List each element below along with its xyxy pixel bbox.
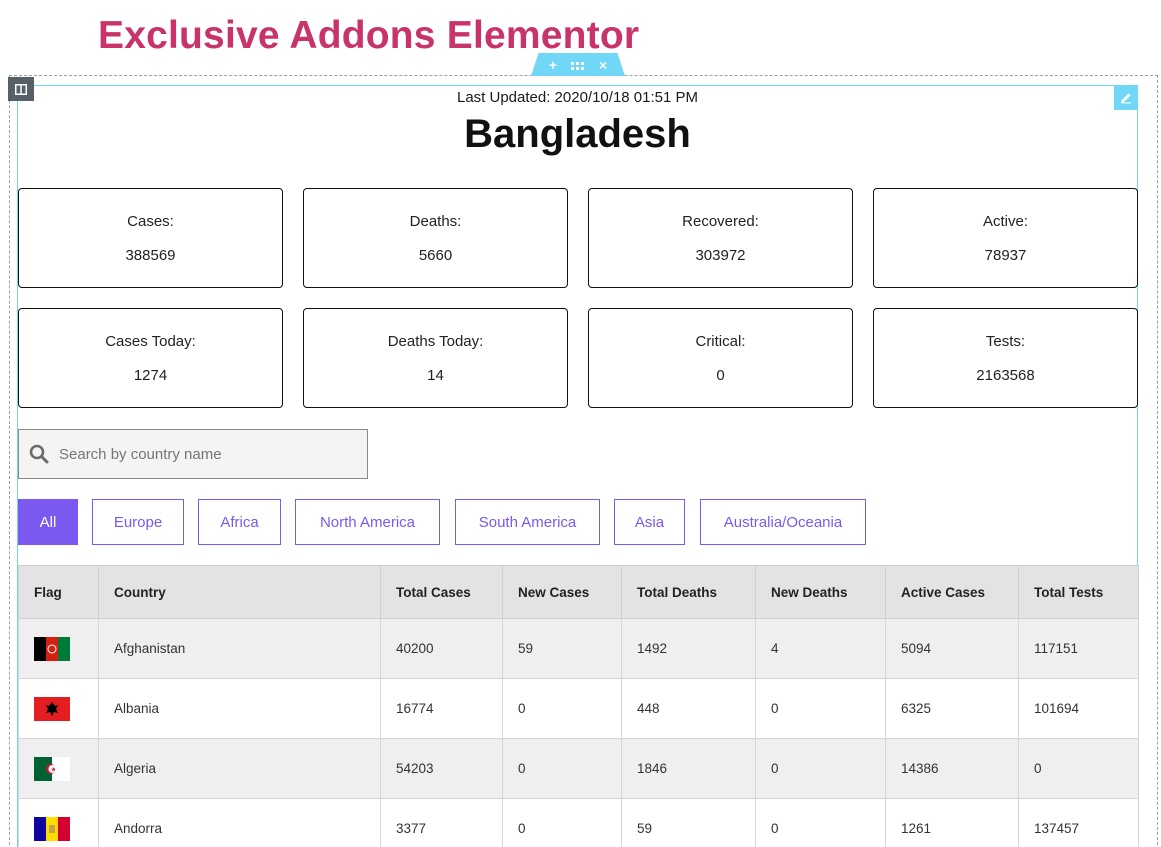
new-cases-cell: 59 [502,618,622,679]
total-tests-cell: 137457 [1018,798,1139,847]
active-cases-cell: 14386 [885,738,1019,799]
countries-table: Flag Country Total Cases New Cases Total… [18,565,1139,847]
algeria-flag-icon [34,756,70,781]
stat-label: Recovered: [682,213,759,230]
stat-value: 78937 [984,247,1027,264]
afghanistan-flag-icon [34,636,70,661]
albania-flag-icon [34,696,70,721]
active-cases-cell: 5094 [885,618,1019,679]
flag-cell [18,678,99,739]
table-row: Afghanistan 40200 59 1492 4 5094 117151 [18,618,1139,679]
stat-value: 388569 [125,247,176,264]
search-input[interactable] [59,434,349,474]
column-header-total-tests[interactable]: Total Tests [1018,565,1139,619]
column-header-total-cases[interactable]: Total Cases [380,565,503,619]
table-row: Albania 16774 0 448 0 6325 101694 [18,678,1139,739]
total-deaths-cell: 1846 [621,738,756,799]
stat-card-active: Active: 78937 [873,188,1138,288]
stat-value: 303972 [695,247,746,264]
column-header-flag[interactable]: Flag [18,565,99,619]
active-cases-cell: 1261 [885,798,1019,847]
filter-south-america-button[interactable]: South America [455,499,600,545]
table-row: Andorra 3377 0 59 0 1261 137457 [18,798,1139,847]
stat-value: 5660 [418,247,453,264]
filter-north-america-button[interactable]: North America [295,499,440,545]
filter-all-button[interactable]: All [18,499,78,545]
stat-card-cases-today: Cases Today: 1274 [18,308,283,408]
total-cases-cell: 16774 [380,678,503,739]
total-deaths-cell: 1492 [621,618,756,679]
filter-europe-button[interactable]: Europe [92,499,184,545]
total-cases-cell: 54203 [380,738,503,799]
close-section-icon[interactable]: × [599,58,607,72]
new-deaths-cell: 0 [755,798,886,847]
flag-cell [18,798,99,847]
add-section-icon[interactable]: + [549,58,557,72]
table-row: Algeria 54203 0 1846 0 14386 0 [18,738,1139,799]
table-header-row: Flag Country Total Cases New Cases Total… [18,565,1139,619]
new-deaths-cell: 0 [755,678,886,739]
stat-label: Tests: [985,333,1026,350]
new-cases-cell: 0 [502,798,622,847]
country-cell: Albania [98,678,381,739]
flag-cell [18,738,99,799]
stat-value: 14 [427,367,444,384]
stat-card-recovered: Recovered: 303972 [588,188,853,288]
column-header-total-deaths[interactable]: Total Deaths [621,565,756,619]
stat-label: Deaths Today: [387,333,484,350]
total-tests-cell: 0 [1018,738,1139,799]
stat-value: 1274 [133,367,168,384]
countries-table-wrapper: Flag Country Total Cases New Cases Total… [18,565,1139,847]
stat-label: Deaths: [409,213,462,230]
total-deaths-cell: 59 [621,798,756,847]
brand-title: Exclusive Addons Elementor [98,14,640,57]
column-header-active-cases[interactable]: Active Cases [885,565,1019,619]
country-cell: Andorra [98,798,381,847]
drag-section-icon[interactable] [571,58,585,72]
filter-africa-button[interactable]: Africa [198,499,281,545]
country-cell: Afghanistan [98,618,381,679]
new-cases-cell: 0 [502,738,622,799]
flag-cell [18,618,99,679]
search-icon [19,444,59,464]
total-cases-cell: 3377 [380,798,503,847]
stat-card-tests: Tests: 2163568 [873,308,1138,408]
stat-value: 0 [716,367,725,384]
stat-card-deaths-today: Deaths Today: 14 [303,308,568,408]
active-cases-cell: 6325 [885,678,1019,739]
section-handle[interactable]: + × [531,53,625,76]
total-tests-cell: 117151 [1018,618,1139,679]
last-updated: Last Updated: 2020/10/18 01:51 PM [456,89,698,106]
andorra-flag-icon [34,816,70,841]
total-tests-cell: 101694 [1018,678,1139,739]
stat-label: Active: [982,213,1028,230]
search-box[interactable] [18,429,368,479]
stat-label: Critical: [695,333,746,350]
filter-australia-oceania-button[interactable]: Australia/Oceania [700,499,866,545]
stat-card-critical: Critical: 0 [588,308,853,408]
column-header-new-cases[interactable]: New Cases [502,565,622,619]
stat-card-deaths: Deaths: 5660 [303,188,568,288]
stat-label: Cases: [127,213,174,230]
column-header-country[interactable]: Country [98,565,381,619]
total-deaths-cell: 448 [621,678,756,739]
new-cases-cell: 0 [502,678,622,739]
stat-label: Cases Today: [105,333,196,350]
stat-card-cases: Cases: 388569 [18,188,283,288]
new-deaths-cell: 0 [755,738,886,799]
filter-asia-button[interactable]: Asia [614,499,685,545]
new-deaths-cell: 4 [755,618,886,679]
stat-value: 2163568 [976,367,1035,384]
column-header-new-deaths[interactable]: New Deaths [755,565,886,619]
total-cases-cell: 40200 [380,618,503,679]
country-cell: Algeria [98,738,381,799]
country-title: Bangladesh [464,112,691,156]
